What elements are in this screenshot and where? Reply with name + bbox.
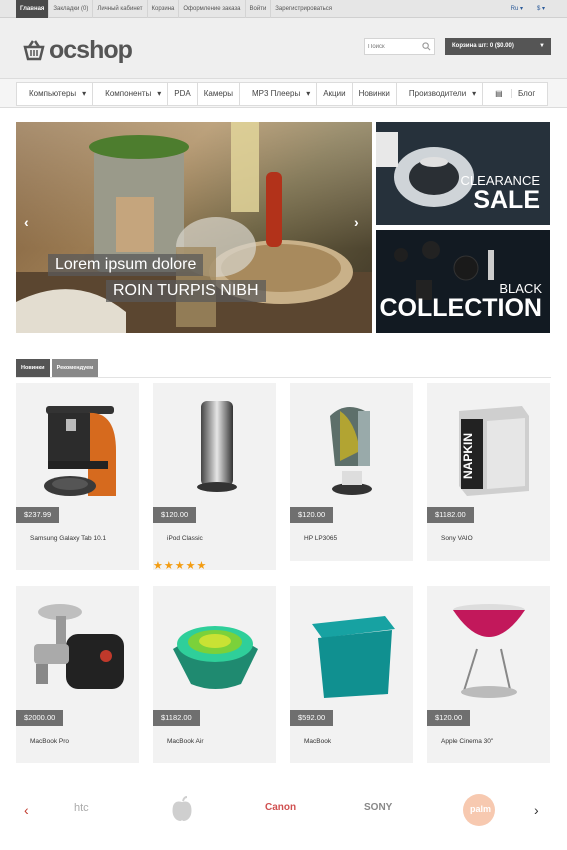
top-link-wishlist[interactable]: Закладки (0) bbox=[48, 0, 92, 18]
menu-item-label: Производители bbox=[408, 89, 467, 98]
tab-divider bbox=[16, 377, 551, 378]
tab-featured[interactable]: Рекомендуем bbox=[51, 359, 99, 377]
banner-collection-line2: COLLECTION bbox=[379, 294, 543, 322]
menu-item-mp3[interactable]: MP3 Плееры ▾ bbox=[240, 83, 318, 105]
currency-label: $ bbox=[536, 6, 541, 12]
language-selector[interactable]: Ru ▾ bbox=[511, 0, 523, 18]
brand-logo-htc[interactable]: htc bbox=[74, 802, 89, 814]
product-image-espresso-machine bbox=[330, 407, 372, 495]
slider-next-arrow[interactable]: › bbox=[354, 214, 359, 230]
product-price: $2000.00 bbox=[16, 710, 64, 726]
product-image-pink-scale bbox=[453, 604, 525, 698]
site-header: ocshop Корзина шт: 0 ($0.00) ▼ bbox=[0, 18, 567, 78]
product-price: $120.00 bbox=[427, 710, 471, 726]
product-image-napkin-holder: NAPKIN bbox=[459, 406, 529, 496]
logo-text: ocshop bbox=[49, 36, 133, 64]
product-price: $1182.00 bbox=[427, 507, 474, 523]
product-card[interactable]: $120.00 Apple Cinema 30" bbox=[427, 586, 550, 763]
slider-prev-arrow[interactable]: ‹ bbox=[24, 214, 29, 230]
menu-item-blog[interactable]: ▤ Блог bbox=[483, 83, 547, 105]
product-name[interactable]: iPod Classic bbox=[167, 535, 203, 542]
banner-clearance-text: CLEARANCE SALE bbox=[461, 174, 540, 214]
top-right-controls: Ru ▾ $ ▾ bbox=[511, 0, 545, 18]
site-logo[interactable]: ocshop bbox=[22, 36, 133, 64]
top-link-account[interactable]: Личный кабинет bbox=[92, 0, 146, 18]
top-link-register[interactable]: Зарегистрироваться bbox=[270, 0, 336, 18]
brand-logo-palm[interactable]: palm bbox=[463, 794, 495, 826]
brand-logo-canon[interactable]: Canon bbox=[265, 802, 296, 813]
menu-item-label: MP3 Плееры bbox=[252, 89, 301, 98]
product-price: $120.00 bbox=[153, 507, 197, 523]
banner-black-collection[interactable]: BLACK COLLECTION bbox=[376, 230, 550, 333]
book-icon: ▤ bbox=[489, 89, 512, 98]
product-tabs: Новинки Рекомендуем bbox=[16, 359, 99, 377]
brands-next-arrow[interactable]: › bbox=[534, 802, 539, 818]
product-card[interactable]: $237.99 Samsung Galaxy Tab 10.1 bbox=[16, 383, 139, 570]
brands-carousel: ‹ htc Canon SONY palm › bbox=[16, 790, 551, 834]
top-bar: Главная Закладки (0) Личный кабинет Корз… bbox=[0, 0, 567, 18]
slide-caption-line2: ROIN TURPIS NIBH bbox=[106, 280, 266, 302]
search-input[interactable] bbox=[368, 41, 420, 53]
slide-caption-line1: Lorem ipsum dolore bbox=[48, 254, 204, 276]
product-image-nested-bowls bbox=[173, 626, 258, 689]
brand-logo-sony[interactable]: SONY bbox=[364, 802, 392, 813]
product-card[interactable]: $1182.00 MacBook Air bbox=[153, 586, 276, 763]
top-link-checkout[interactable]: Оформление заказа bbox=[178, 0, 244, 18]
menu-item-components[interactable]: Компоненты ▾ bbox=[93, 83, 169, 105]
top-links: Главная Закладки (0) Личный кабинет Корз… bbox=[16, 0, 336, 18]
product-name[interactable]: HP LP3065 bbox=[304, 535, 337, 542]
svg-text:NAPKIN: NAPKIN bbox=[461, 433, 475, 479]
menu-item-label: Компьютеры bbox=[29, 89, 77, 98]
product-price: $1182.00 bbox=[153, 710, 200, 726]
product-card[interactable]: $120.00 HP LP3065 bbox=[290, 383, 413, 561]
product-price: $592.00 bbox=[290, 710, 334, 726]
product-price: $237.99 bbox=[16, 507, 60, 523]
search-icon[interactable] bbox=[422, 42, 431, 51]
tab-new[interactable]: Новинки bbox=[16, 359, 50, 377]
product-rating-stars: ★★★★★ bbox=[153, 560, 208, 572]
menu-item-manufacturers[interactable]: Производители ▾ bbox=[397, 83, 484, 105]
cart-label: Корзина шт: 0 ($0.00) bbox=[452, 43, 514, 49]
top-link-home[interactable]: Главная bbox=[16, 0, 49, 18]
menu-item-specials[interactable]: Акции bbox=[317, 83, 353, 105]
apple-logo-icon[interactable] bbox=[171, 796, 193, 822]
menu-item-pda[interactable]: PDA bbox=[168, 83, 198, 105]
product-image-thermos bbox=[197, 401, 237, 492]
product-card[interactable]: $120.00 iPod Classic bbox=[153, 383, 276, 570]
product-name[interactable]: MacBook bbox=[304, 738, 331, 745]
banner-collection-text: BLACK COLLECTION bbox=[379, 282, 543, 322]
product-name[interactable]: Sony VAIO bbox=[441, 535, 473, 542]
top-link-cart[interactable]: Корзина bbox=[146, 0, 179, 18]
product-image-storage-container bbox=[312, 616, 395, 698]
menu-item-computers[interactable]: Компьютеры ▾ bbox=[17, 83, 94, 105]
menu-item-new[interactable]: Новинки bbox=[353, 83, 397, 105]
currency-selector[interactable]: $ ▾ bbox=[537, 0, 545, 18]
chevron-down-icon: ▼ bbox=[539, 43, 545, 49]
product-card[interactable]: $2000.00 MacBook Pro bbox=[16, 586, 139, 763]
product-image-coffee-machine bbox=[44, 406, 116, 496]
brand-palm-label: palm bbox=[470, 804, 492, 814]
product-image-meat-grinder bbox=[34, 604, 124, 689]
main-menu-bar: Компьютеры ▾ Компоненты ▾ PDA Камеры MP3 П… bbox=[0, 78, 567, 108]
basket-icon bbox=[23, 40, 45, 61]
banner-clearance-line2: SALE bbox=[473, 186, 540, 214]
product-card[interactable]: $592.00 MacBook bbox=[290, 586, 413, 763]
product-name[interactable]: Apple Cinema 30" bbox=[441, 738, 493, 745]
menu-item-label: Компоненты bbox=[105, 89, 152, 98]
cart-button[interactable]: Корзина шт: 0 ($0.00) ▼ bbox=[445, 38, 551, 55]
search-box bbox=[364, 38, 435, 55]
product-name[interactable]: Samsung Galaxy Tab 10.1 bbox=[30, 535, 106, 542]
main-menu: Компьютеры ▾ Компоненты ▾ PDA Камеры MP3 П… bbox=[16, 82, 549, 106]
product-price: $120.00 bbox=[290, 507, 334, 523]
product-name[interactable]: MacBook Pro bbox=[30, 738, 69, 745]
banner-clearance-sale[interactable]: CLEARANCE SALE bbox=[376, 122, 550, 225]
brands-prev-arrow[interactable]: ‹ bbox=[24, 802, 29, 818]
menu-item-cameras[interactable]: Камеры bbox=[198, 83, 240, 105]
language-label: Ru bbox=[510, 6, 519, 12]
top-link-login[interactable]: Войти bbox=[244, 0, 271, 18]
product-card[interactable]: NAPKIN $1182.00 Sony VAIO bbox=[427, 383, 550, 561]
menu-item-label: Блог bbox=[517, 89, 536, 98]
product-name[interactable]: MacBook Air bbox=[167, 738, 204, 745]
